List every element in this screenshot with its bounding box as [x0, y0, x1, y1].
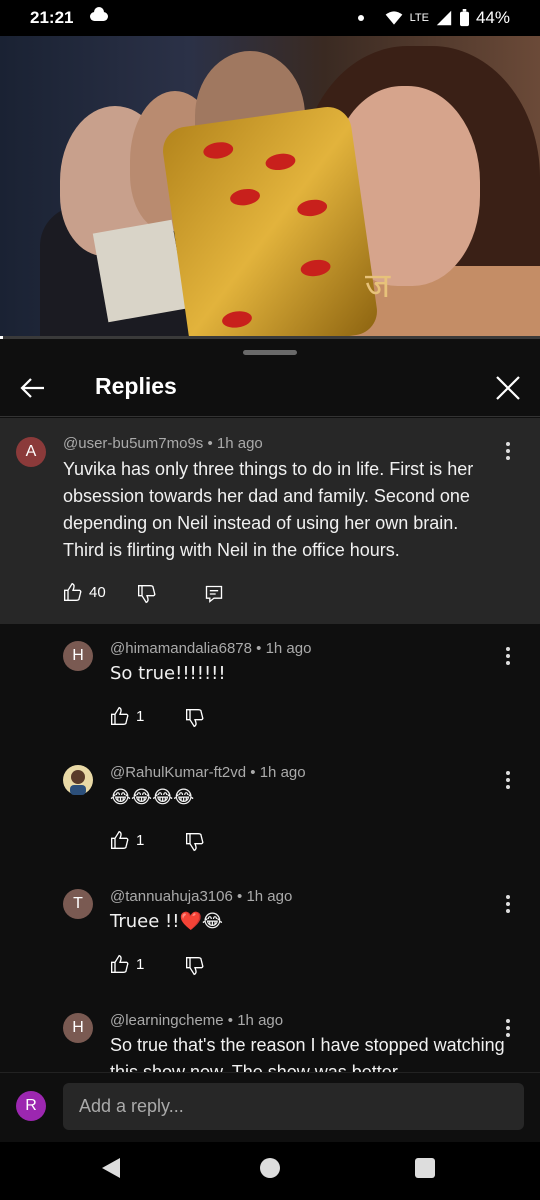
drag-handle[interactable] [243, 350, 297, 355]
more-options-icon[interactable] [505, 895, 511, 915]
signal-icon [436, 10, 452, 26]
comment-meta: @user-bu5um7mo9s • 1h ago [63, 435, 263, 452]
thumbs-up-icon [111, 954, 129, 973]
thumbs-down-icon[interactable] [185, 708, 205, 728]
reply-input[interactable]: Add a reply... [63, 1083, 524, 1130]
battery-icon [459, 9, 469, 27]
thumbs-up-icon [111, 706, 129, 725]
like-button[interactable]: 1 [110, 954, 144, 974]
notification-dot-icon [357, 15, 364, 21]
thumbs-up-icon [64, 582, 82, 601]
video-progress-bar[interactable] [0, 336, 540, 339]
reply-text: So true!!!!!!! [110, 663, 226, 684]
like-button[interactable]: 1 [110, 706, 144, 726]
like-button[interactable]: 1 [110, 830, 144, 850]
nav-home-icon[interactable] [260, 1158, 280, 1178]
avatar[interactable]: A [16, 437, 46, 467]
reply-text: 😂😂😂😂 [110, 787, 195, 808]
reply-author[interactable]: @learningcheme [110, 1012, 224, 1029]
battery-level: 44% [475, 8, 510, 27]
reply-text: Truee !!❤️😂 [110, 911, 223, 932]
nav-back-icon[interactable] [102, 1158, 120, 1178]
like-count: 1 [136, 955, 145, 973]
thumbs-down-icon[interactable] [137, 584, 157, 604]
reply-time: 1h ago [265, 640, 312, 657]
comment-text: Yuvika has only three things to do in li… [63, 459, 474, 560]
profile-photo-icon [70, 770, 86, 795]
reply-item: H @learningcheme • 1h ago So true that's… [0, 996, 540, 1072]
system-nav-bar [0, 1142, 540, 1200]
reply-meta: @RahulKumar-ft2vd • 1h ago [110, 764, 306, 781]
reply-author[interactable]: @RahulKumar-ft2vd [110, 764, 246, 781]
reply-author[interactable]: @himamandalia6878 [110, 640, 252, 657]
reply-author[interactable]: @tannuahuja3106 [110, 888, 233, 905]
reply-item: H @himamandalia6878 • 1h ago So true!!!!… [0, 624, 540, 748]
reply-time: 1h ago [259, 764, 306, 781]
thumbs-up-icon [111, 830, 129, 849]
nav-recents-icon[interactable] [415, 1158, 435, 1178]
more-options-icon[interactable] [505, 442, 511, 462]
wifi-icon [385, 11, 402, 25]
back-arrow-icon[interactable] [18, 374, 46, 402]
like-count: 1 [136, 707, 145, 725]
thumbs-down-icon[interactable] [185, 832, 205, 852]
reply-meta: @himamandalia6878 • 1h ago [110, 640, 312, 657]
cloud-icon [90, 7, 108, 21]
close-icon[interactable] [494, 374, 522, 402]
status-icons: LTE 44% [357, 8, 510, 28]
newspaper-graphic [92, 219, 188, 323]
reply-composer: R Add a reply... [0, 1072, 540, 1143]
thumbs-down-icon[interactable] [185, 956, 205, 976]
avatar[interactable]: T [63, 889, 93, 919]
more-options-icon[interactable] [505, 1019, 511, 1039]
user-avatar[interactable]: R [16, 1091, 46, 1121]
parent-comment: A @user-bu5um7mo9s • 1h ago Yuvika has o… [0, 418, 540, 624]
reply-meta: @learningcheme • 1h ago [110, 1012, 284, 1029]
like-count: 40 [89, 583, 106, 601]
reply-text: So true that's the reason I have stopped… [110, 1035, 505, 1072]
reply-time: 1h ago [246, 888, 293, 905]
avatar[interactable]: H [63, 641, 93, 671]
like-button[interactable]: 40 [63, 582, 106, 602]
video-title-glyph: ज [365, 266, 391, 306]
comment-author[interactable]: @user-bu5um7mo9s [63, 435, 203, 452]
reply-comment-icon[interactable] [204, 584, 224, 604]
reply-item: T @tannuahuja3106 • 1h ago Truee !!❤️😂 1 [0, 872, 540, 996]
status-bar: 21:21 LTE 44% [0, 0, 540, 36]
replies-header: Replies [0, 360, 540, 417]
video-player[interactable]: ज [0, 36, 540, 338]
reply-meta: @tannuahuja3106 • 1h ago [110, 888, 293, 905]
dice-graphic [159, 103, 381, 338]
network-type: LTE [409, 12, 429, 24]
reply-time: 1h ago [237, 1012, 284, 1029]
replies-panel: Replies A @user-bu5um7mo9s • 1h ago Yuvi… [0, 340, 540, 1200]
more-options-icon[interactable] [505, 647, 511, 667]
status-time: 21:21 [30, 8, 74, 27]
like-count: 1 [136, 831, 145, 849]
comment-time: 1h ago [216, 435, 263, 452]
avatar[interactable]: H [63, 1013, 93, 1043]
reply-item: @RahulKumar-ft2vd • 1h ago 😂😂😂😂 1 [0, 748, 540, 872]
avatar[interactable] [63, 765, 93, 795]
replies-title: Replies [95, 373, 177, 399]
more-options-icon[interactable] [505, 771, 511, 791]
